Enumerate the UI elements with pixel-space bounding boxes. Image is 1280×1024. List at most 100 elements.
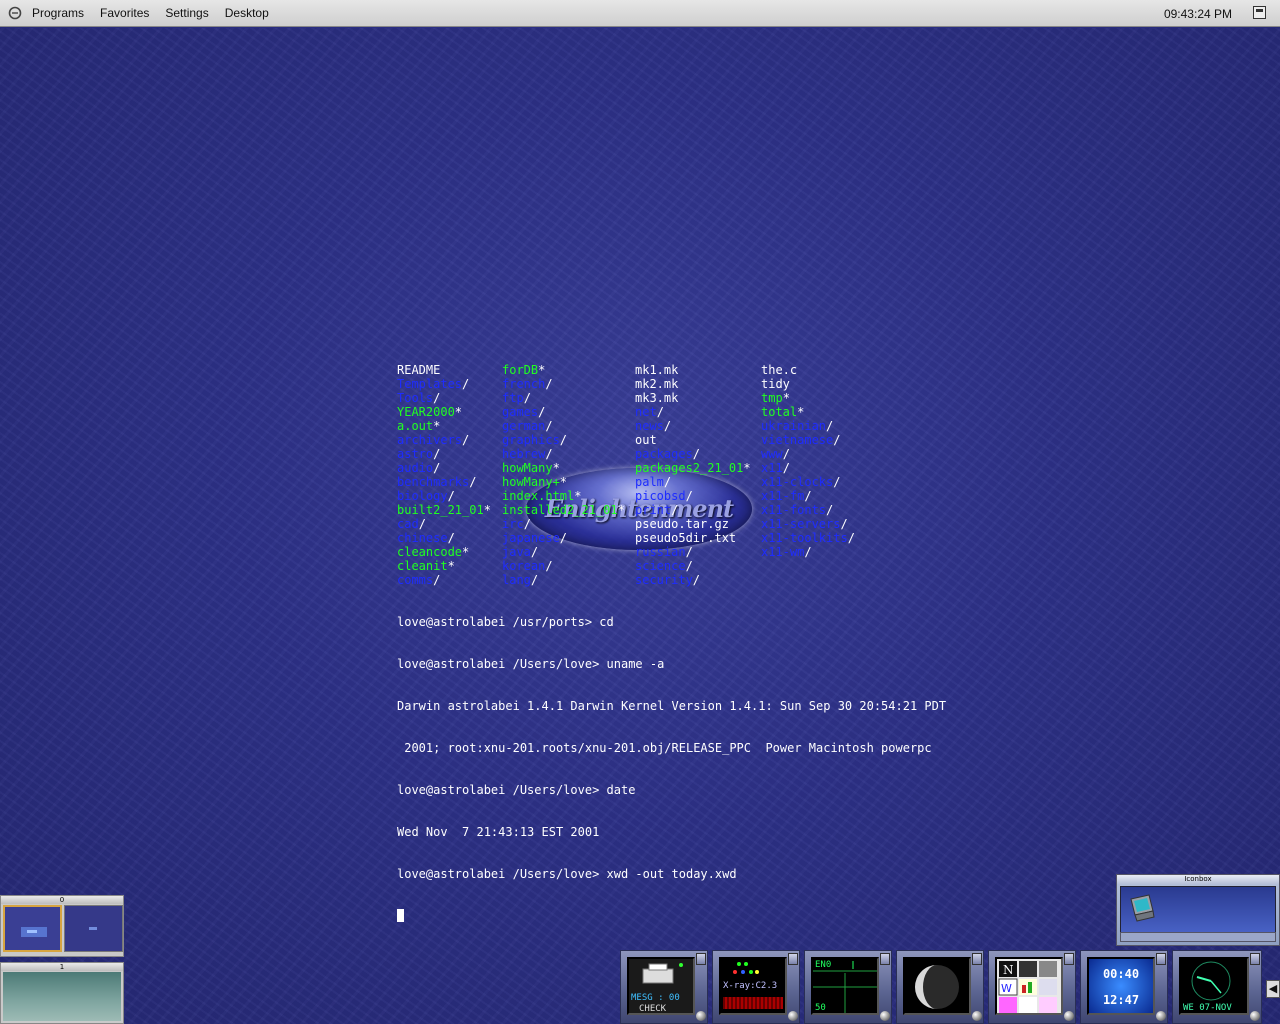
dock-menu-button[interactable] (1156, 953, 1166, 965)
menu-programs[interactable]: Programs (24, 0, 92, 27)
ls-entry-suffix: / (833, 475, 841, 489)
menu-desktop[interactable]: Desktop (217, 0, 277, 27)
ls-entry: korean/ (502, 559, 625, 573)
ls-entry: Templates/ (397, 377, 491, 391)
window-list-button[interactable] (1253, 6, 1266, 19)
ls-entry: chinese/ (397, 531, 491, 545)
dock-menu-button[interactable] (972, 953, 982, 965)
ls-entry: net/ (635, 405, 751, 419)
dockapp-analog-clock[interactable]: WE 07-NOV (1172, 950, 1262, 1024)
ls-entry-suffix: / (663, 475, 672, 489)
ls-entry-name: packages2_21_01 (635, 461, 744, 475)
ls-entry-suffix: / (545, 447, 553, 461)
terminal-ls-output: README Templates/Tools/YEAR2000* a.out* arc… (397, 363, 855, 587)
dockapp-xray[interactable]: X-ray:C2.3 (712, 950, 800, 1024)
pager-area-active[interactable] (3, 905, 62, 952)
pager-desktop-0[interactable]: 0 (0, 895, 124, 957)
dockapp-digital-clock[interactable]: 00:40 12:47 (1080, 950, 1168, 1024)
e-logo-icon[interactable] (8, 6, 22, 20)
ls-entry-name: korean (502, 559, 546, 573)
dockapp-launcher[interactable]: N W (988, 950, 1076, 1024)
pager-area[interactable] (64, 905, 123, 952)
terminal-lines[interactable]: love@astrolabei /usr/ports> cd love@astr… (397, 587, 946, 937)
ls-entry-name: picobsd (635, 489, 686, 503)
dock-knob[interactable] (880, 1011, 890, 1021)
ls-entry-suffix: / (656, 405, 664, 419)
ls-entry-suffix: / (545, 419, 553, 433)
dockapp-mail[interactable]: MESG : 00 CHECK (620, 950, 708, 1024)
ls-entry-name: howMany+ (502, 475, 560, 489)
ls-entry-name: audio (397, 461, 434, 475)
ls-entry-name: archivers (397, 433, 463, 447)
ls-entry: games/ (502, 405, 625, 419)
dock-knob[interactable] (1250, 1011, 1260, 1021)
ls-entry: irc/ (502, 517, 625, 531)
dock-menu-button[interactable] (788, 953, 798, 965)
ls-entry: graphics/ (502, 433, 625, 447)
dock-knob[interactable] (1064, 1011, 1074, 1021)
ls-entry-suffix: * (782, 391, 790, 405)
iconbox: Iconbox (1116, 874, 1280, 946)
ls-entry-suffix: / (418, 517, 426, 531)
dock-menu-button[interactable] (880, 953, 890, 965)
ls-entry-suffix: / (462, 377, 470, 391)
dock-menu-button[interactable] (696, 953, 706, 965)
ls-entry: tidy (761, 377, 855, 391)
ls-entry-suffix: / (685, 559, 693, 573)
terminal-line: love@astrolabei /usr/ports> cd (397, 615, 614, 629)
ls-entry-suffix: / (447, 531, 455, 545)
pager-body (2, 904, 123, 955)
ls-entry: pseudo5dir.txt (635, 531, 751, 545)
ls-entry-suffix: / (433, 391, 441, 405)
dock-scroll-arrow-icon[interactable]: ◀ (1266, 980, 1280, 998)
ls-entry-suffix: / (833, 433, 841, 447)
ls-entry-name: x11-wm (761, 545, 805, 559)
ls-entry: pseudo.tar.gz (635, 517, 751, 531)
ls-entry-suffix: / (462, 433, 470, 447)
dock-knob[interactable] (696, 1011, 706, 1021)
dockapp-network[interactable]: EN0 50 (804, 950, 892, 1024)
pager-desktop-1[interactable]: 1 (0, 962, 124, 1024)
ls-entry-suffix: * (574, 489, 582, 503)
ls-entry: archivers/ (397, 433, 491, 447)
pager-body (2, 971, 122, 1022)
ls-entry: science/ (635, 559, 751, 573)
terminal-line: Darwin astrolabei 1.4.1 Darwin Kernel Ve… (397, 699, 947, 713)
iconbox-title: Iconbox (1117, 875, 1279, 884)
dockapp-moon[interactable] (896, 950, 984, 1024)
mail-screen: MESG : 00 CHECK (627, 957, 695, 1015)
dock-menu-button[interactable] (1250, 953, 1260, 965)
printer-icon (642, 963, 683, 984)
ls-entry-suffix: * (552, 461, 560, 475)
moon-screen (903, 957, 971, 1015)
ls-entry: cleancode* (397, 545, 491, 559)
analog-clock-face (1191, 961, 1231, 1001)
ls-entry-name: the.c (761, 363, 798, 377)
ls-entry-suffix: * (462, 545, 470, 559)
ls-entry-name: index.html (502, 489, 575, 503)
ls-entry-suffix: / (804, 545, 812, 559)
menu-settings[interactable]: Settings (157, 0, 216, 27)
ls-entry-name: Templates (397, 377, 463, 391)
ls-entry-name: graphics (502, 433, 560, 447)
ls-entry-suffix: / (523, 517, 531, 531)
ls-entry: mk2.mk (635, 377, 751, 391)
pager-area[interactable] (3, 972, 121, 1021)
iconbox-scrollbar[interactable] (1120, 932, 1276, 942)
dock-knob[interactable] (788, 1011, 798, 1021)
digital-clock-screen: 00:40 12:47 (1087, 957, 1155, 1015)
menu-favorites[interactable]: Favorites (92, 0, 157, 27)
dock-knob[interactable] (1156, 1011, 1166, 1021)
dock-menu-button[interactable] (1064, 953, 1074, 965)
ls-column-1: README Templates/Tools/YEAR2000* a.out* arc… (397, 363, 491, 587)
monitor-icon[interactable] (1127, 891, 1159, 923)
dock-knob[interactable] (972, 1011, 982, 1021)
ls-entry-suffix: / (685, 545, 693, 559)
mail-check-label[interactable]: CHECK (639, 1004, 666, 1013)
ls-entry: french/ (502, 377, 625, 391)
ls-entry-name: pseudo.tar.gz (635, 517, 729, 531)
ls-entry-suffix: * (743, 461, 751, 475)
ls-entry-name: packages (635, 447, 693, 461)
ls-entry-suffix: / (433, 447, 441, 461)
ls-entry: print/ (635, 503, 751, 517)
